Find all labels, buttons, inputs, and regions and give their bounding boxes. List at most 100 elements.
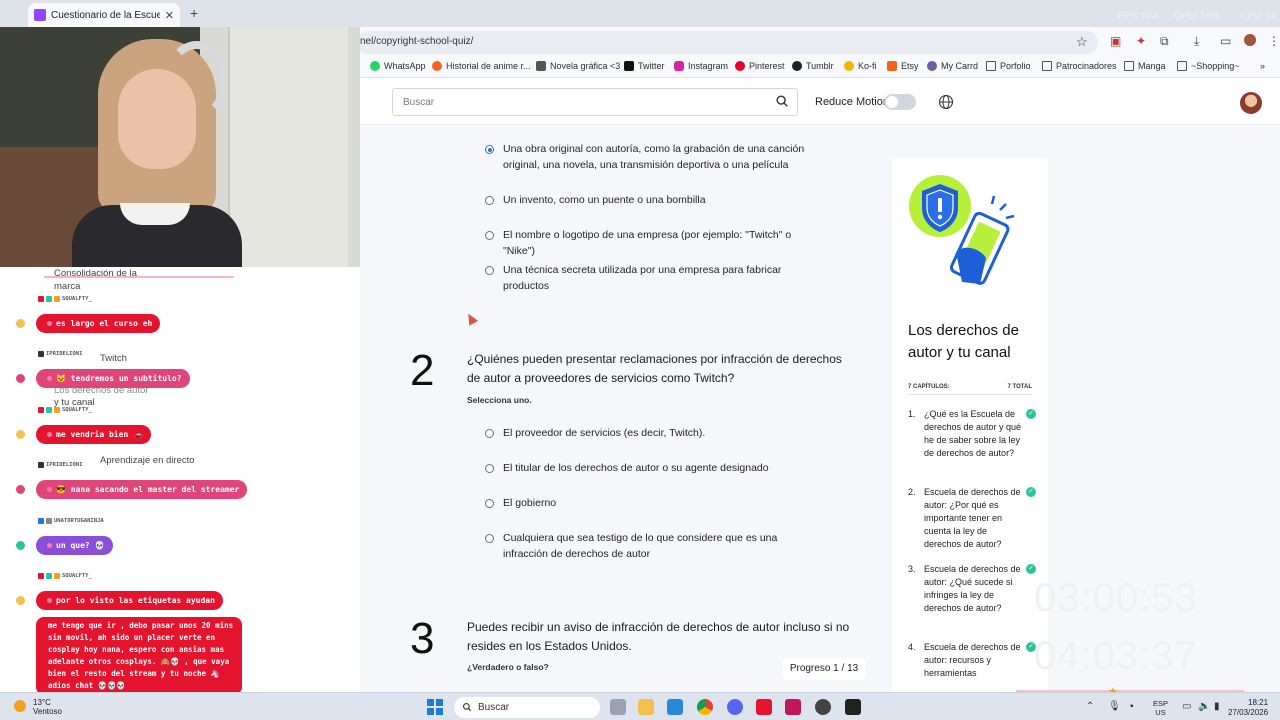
webcam-overlay	[0, 27, 360, 267]
q1-option-1[interactable]: Una obra original con autoría, como la g…	[485, 141, 825, 173]
stream-chat: Consolidación de la marca Twitch Los der…	[0, 267, 360, 695]
q2-option-1[interactable]: El proveedor de servicios (es decir, Twi…	[485, 425, 825, 441]
menu-kebab-icon[interactable]: ⋮	[1268, 34, 1280, 48]
book-icon	[536, 61, 546, 71]
reduce-motion-toggle[interactable]	[884, 94, 916, 110]
bookmark-instagram[interactable]: Instagram	[674, 61, 728, 71]
radio[interactable]	[485, 196, 494, 205]
chevron-up-icon[interactable]: ⌃	[1086, 701, 1094, 712]
microphone-icon[interactable]: 🎙	[1108, 701, 1121, 712]
extensions-puzzle-icon[interactable]: ⧉	[1160, 34, 1169, 49]
bookmark-star-icon[interactable]: ☆	[1076, 34, 1088, 50]
tab-title: Cuestionario de la Escuela de d	[51, 9, 160, 21]
globe-language-icon[interactable]	[938, 94, 954, 110]
language-indicator[interactable]: ESP US	[1153, 699, 1168, 717]
taskbar-search[interactable]: Buscar	[454, 697, 600, 718]
radio[interactable]	[485, 429, 494, 438]
search-icon[interactable]	[775, 94, 789, 108]
bookmark-pinterest[interactable]: Pinterest	[735, 61, 785, 71]
radio[interactable]	[485, 464, 494, 473]
bookmarks-overflow-icon[interactable]: »	[1260, 61, 1265, 71]
chat-message-long: me tengo que ir , debo pasar unos 20 min…	[36, 617, 242, 695]
question-number: 2	[410, 346, 435, 395]
search-input[interactable]: Buscar	[392, 88, 798, 116]
network-icon[interactable]: ▭	[1182, 701, 1191, 712]
bookmark-shopping[interactable]: ~Shopping~	[1177, 61, 1240, 71]
browser-tab[interactable]: Cuestionario de la Escuela de d ✕	[28, 3, 180, 27]
chat-message: un que? 💀	[36, 536, 113, 555]
bookmark-graphic-novel[interactable]: Novela gráfica <3	[536, 61, 620, 71]
bookmark-sponsors[interactable]: Patrocinadores	[1042, 61, 1117, 71]
download-icon[interactable]: ⤓	[1194, 34, 1199, 49]
weather-sun-icon	[14, 700, 26, 712]
radio[interactable]	[485, 231, 494, 240]
quiz-progress: Progreso 1 / 13	[783, 658, 865, 680]
profile-avatar-icon[interactable]	[1244, 34, 1256, 46]
battery-icon[interactable]: ▮	[1214, 701, 1220, 712]
crunchyroll-icon	[432, 61, 442, 71]
chapter-item[interactable]: 3. Escuela de derechos de autor: ¿Qué su…	[908, 563, 1036, 615]
file-explorer-icon[interactable]	[638, 699, 654, 715]
search-icon	[463, 703, 472, 712]
chat-message: 😎 nana sacando el master del streamer	[36, 480, 248, 499]
course-card: Los derechos de autor y tu canal 7 CAPÍT…	[892, 158, 1048, 698]
chat-message: por lo visto las etiquetas ayudan	[36, 591, 223, 610]
obs-icon[interactable]	[815, 699, 831, 715]
chapter-item[interactable]: 1. ¿Qué es la Escuela de derechos de aut…	[908, 408, 1036, 460]
q1-option-3[interactable]: El nombre o logotipo de una empresa (por…	[485, 227, 825, 259]
extension-icon[interactable]: ✦	[1136, 34, 1146, 48]
q1-option-2[interactable]: Un invento, como un puente o una bombill…	[485, 192, 825, 208]
bookmark-kofi[interactable]: Ko-fi	[844, 61, 877, 71]
app-icon[interactable]	[845, 699, 861, 715]
chrome-icon[interactable]	[697, 699, 713, 715]
fps-overlay: FPS N/A	[1118, 11, 1159, 22]
radio[interactable]	[485, 266, 494, 275]
divider	[908, 394, 1032, 395]
bookmark-tumblr[interactable]: Tumblr	[792, 61, 834, 71]
sidebar-icon[interactable]: ▭	[1220, 34, 1231, 48]
user-avatar[interactable]	[1240, 92, 1262, 114]
new-tab-icon[interactable]: +	[190, 5, 198, 21]
photos-icon[interactable]	[667, 699, 683, 715]
chapter-item[interactable]: 2. Escuela de derechos de autor: ¿Por qu…	[908, 486, 1036, 551]
chat-username: IPRIDELIONI	[38, 462, 82, 468]
kofi-icon	[844, 61, 854, 71]
question-text: ¿Quiénes pueden presentar reclamaciones …	[467, 352, 842, 385]
windows-start-icon[interactable]	[427, 699, 443, 715]
bookmark-anime-history[interactable]: Historial de anime r...	[432, 61, 531, 71]
url-text[interactable]: nel/copyright-school-quiz/	[360, 36, 473, 47]
q2-option-4[interactable]: Cualquiera que sea testigo de lo que con…	[485, 530, 825, 562]
course-title: Los derechos de autor y tu canal	[908, 322, 1019, 361]
radio[interactable]	[485, 499, 494, 508]
radio-selected[interactable]	[485, 145, 494, 154]
bookmark-portfolio[interactable]: Porfolio	[986, 61, 1031, 71]
gpu-overlay: GPU 16%	[1174, 11, 1221, 22]
thumbs-up-icon	[16, 319, 25, 328]
close-tab-icon[interactable]: ✕	[165, 9, 174, 22]
site-header: Buscar Reduce Motion	[360, 78, 1280, 125]
clock[interactable]: 18:21 27/03/2026	[1228, 698, 1268, 718]
gear-icon	[16, 485, 25, 494]
q2-option-3[interactable]: El gobierno	[485, 495, 825, 511]
task-view-icon[interactable]	[610, 699, 626, 715]
bookmark-manga[interactable]: Manga	[1124, 61, 1166, 71]
bookmark-whatsapp[interactable]: WhatsApp	[370, 61, 426, 71]
q1-option-4[interactable]: Una técnica secreta utilizada por una em…	[485, 262, 825, 294]
discord-icon[interactable]	[727, 699, 743, 715]
app-tray-icon[interactable]: ▪	[1130, 701, 1134, 712]
bookmark-carrd[interactable]: My Carrd	[927, 61, 978, 71]
weather-widget[interactable]: 13°C Ventoso	[33, 698, 62, 716]
bookmark-etsy[interactable]: Etsy	[887, 61, 919, 71]
chapter-item[interactable]: 4. Escuela de derechos de autor: recurso…	[908, 641, 1036, 680]
question-number: 3	[410, 614, 435, 663]
bookmark-twitter[interactable]: Twitter	[624, 61, 665, 71]
extension-icon[interactable]: ▣	[1110, 34, 1121, 48]
app-icon[interactable]	[785, 699, 801, 715]
q2-option-2[interactable]: El titular de los derechos de autor o su…	[485, 460, 825, 476]
cpu-overlay: CPU 14	[1240, 11, 1277, 22]
stream-timer: 03:00:53	[1034, 576, 1198, 620]
app-icon[interactable]	[756, 699, 772, 715]
radio[interactable]	[485, 534, 494, 543]
search-placeholder: Buscar	[403, 97, 435, 108]
volume-icon[interactable]: 🔈	[1198, 701, 1210, 712]
